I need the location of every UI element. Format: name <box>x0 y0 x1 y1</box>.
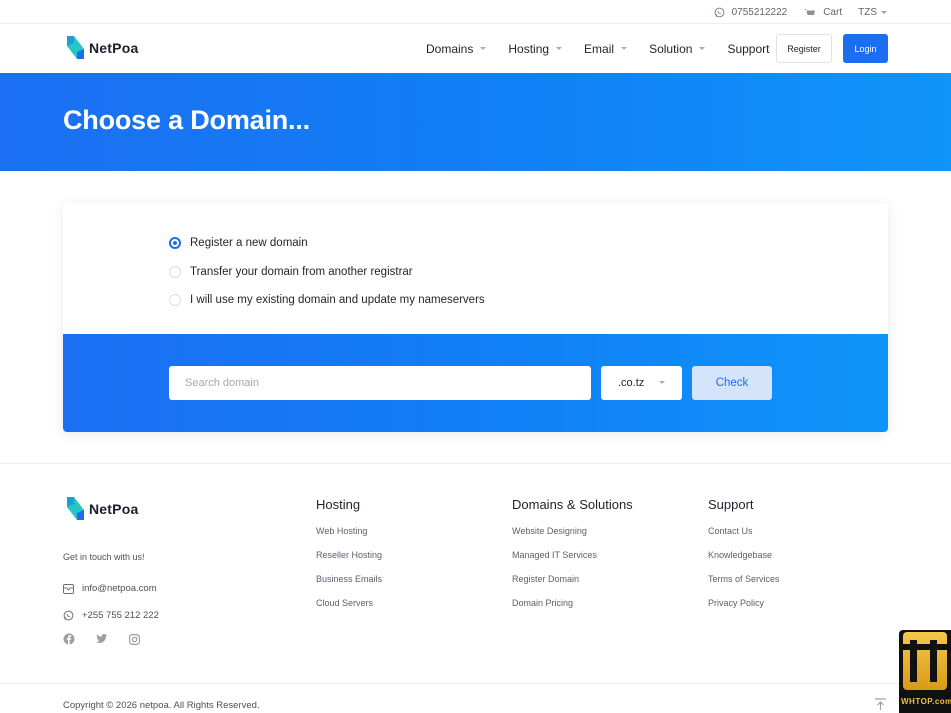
whtop-logo-bar <box>903 644 947 650</box>
whatsapp-icon <box>714 7 724 17</box>
footer-link-website-designing[interactable]: Website Designing <box>512 526 633 550</box>
option-use-existing-domain[interactable]: I will use my existing domain and update… <box>169 286 485 315</box>
radio-unselected[interactable] <box>169 265 181 278</box>
footer-email-link[interactable]: info@netpoa.com <box>63 583 157 594</box>
netpoa-logo-icon <box>67 497 84 520</box>
login-button[interactable]: Login <box>843 34 888 63</box>
cart-icon <box>804 8 816 15</box>
footer-link-reseller-hosting[interactable]: Reseller Hosting <box>316 550 382 574</box>
footer-phone: +255 755 212 222 <box>82 610 159 621</box>
netpoa-logo-icon <box>67 36 84 59</box>
footer-column-domains-solutions: Domains & Solutions Website Designing Ma… <box>512 497 633 622</box>
footer-column-hosting: Hosting Web Hosting Reseller Hosting Bus… <box>316 497 382 622</box>
watermark-text: WHTOP.com <box>901 697 951 706</box>
chevron-down-icon <box>556 47 563 50</box>
page-title: Choose a Domain... <box>63 105 310 135</box>
site-header: NetPoa Domains Hosting Email Solution Su… <box>0 24 951 73</box>
option-register-new-domain[interactable]: Register a new domain <box>169 229 485 258</box>
footer-link-register-domain[interactable]: Register Domain <box>512 574 633 598</box>
nav-item-support[interactable]: Support <box>727 41 783 56</box>
facebook-icon[interactable] <box>63 633 75 645</box>
footer-link-knowledgebase[interactable]: Knowledgebase <box>708 550 780 574</box>
footer-link-web-hosting[interactable]: Web Hosting <box>316 526 382 550</box>
radio-selected[interactable] <box>169 237 181 250</box>
footer-bottom-divider <box>0 683 951 684</box>
option-transfer-domain[interactable]: Transfer your domain from another regist… <box>169 258 485 287</box>
footer-divider <box>0 463 951 464</box>
tld-select[interactable]: .co.tz <box>601 366 682 400</box>
arrow-up-icon <box>875 698 886 710</box>
currency-label: TZS <box>858 6 877 18</box>
chevron-down-icon <box>659 381 665 384</box>
main-nav: Domains Hosting Email Solution Support <box>426 24 804 73</box>
currency-selector[interactable]: TZS <box>858 7 887 18</box>
nav-item-hosting[interactable]: Hosting <box>508 41 563 56</box>
domain-search-panel: .co.tz Check <box>63 334 888 432</box>
logo-text: NetPoa <box>89 500 139 517</box>
instagram-icon[interactable] <box>129 633 140 645</box>
domain-search-input[interactable] <box>169 366 591 400</box>
envelope-icon <box>63 583 74 594</box>
footer-column-heading: Support <box>708 497 754 512</box>
whatsapp-icon <box>63 610 74 621</box>
nav-label: Support <box>727 41 770 56</box>
option-label: I will use my existing domain and update… <box>190 294 485 307</box>
footer-column-support: Support Contact Us Knowledgebase Terms o… <box>708 497 780 622</box>
nav-item-solution[interactable]: Solution <box>649 41 706 56</box>
twitter-icon[interactable] <box>96 634 108 644</box>
get-in-touch-text: Get in touch with us! <box>63 552 145 562</box>
chevron-down-icon <box>621 47 628 50</box>
nav-item-domains[interactable]: Domains <box>426 41 487 56</box>
footer-link-terms-of-services[interactable]: Terms of Services <box>708 574 780 598</box>
footer-link-managed-it-services[interactable]: Managed IT Services <box>512 550 633 574</box>
footer-phone-link[interactable]: +255 755 212 222 <box>63 610 159 621</box>
footer-column-heading: Hosting <box>316 497 361 512</box>
whtop-watermark: WHTOP.com <box>899 630 951 713</box>
hero-banner: Choose a Domain... <box>0 73 951 171</box>
chevron-down-icon <box>480 47 487 50</box>
footer-email: info@netpoa.com <box>82 583 157 594</box>
option-label: Register a new domain <box>190 237 308 250</box>
footer-link-cloud-servers[interactable]: Cloud Servers <box>316 598 382 622</box>
cart-label: Cart <box>823 6 843 18</box>
footer-link-domain-pricing[interactable]: Domain Pricing <box>512 598 633 622</box>
footer-link-business-emails[interactable]: Business Emails <box>316 574 382 598</box>
site-logo[interactable]: NetPoa <box>66 35 138 60</box>
nav-label: Hosting <box>508 41 550 56</box>
register-button[interactable]: Register <box>776 34 832 63</box>
option-label: Transfer your domain from another regist… <box>190 265 413 278</box>
chevron-down-icon <box>881 10 887 14</box>
whatsapp-phone-link[interactable]: 0755212222 <box>714 6 788 18</box>
nav-label: Email <box>584 41 615 56</box>
nav-label: Domains <box>426 41 474 56</box>
nav-label: Solution <box>649 41 693 56</box>
footer-logo[interactable]: NetPoa <box>66 496 138 521</box>
chevron-down-icon <box>699 47 706 50</box>
check-button[interactable]: Check <box>692 366 772 400</box>
radio-unselected[interactable] <box>169 294 181 307</box>
domain-choice-card: Register a new domain Transfer your doma… <box>63 203 888 432</box>
cart-link[interactable]: Cart <box>803 7 842 18</box>
footer-link-contact-us[interactable]: Contact Us <box>708 526 780 550</box>
footer-link-privacy-policy[interactable]: Privacy Policy <box>708 598 780 622</box>
back-to-top-button[interactable] <box>874 698 887 713</box>
logo-text: NetPoa <box>89 39 139 56</box>
nav-item-email[interactable]: Email <box>584 41 628 56</box>
topbar-phone: 0755212222 <box>731 6 788 18</box>
whtop-logo-icon <box>903 632 947 690</box>
social-links <box>63 633 161 645</box>
top-bar: 0755212222 Cart TZS <box>0 0 951 24</box>
footer-column-heading: Domains & Solutions <box>512 497 633 512</box>
domain-option-list: Register a new domain Transfer your doma… <box>169 229 485 315</box>
copyright-text: Copyright © 2026 netpoa. All Rights Rese… <box>63 700 260 711</box>
tld-selected-value: .co.tz <box>618 377 645 389</box>
